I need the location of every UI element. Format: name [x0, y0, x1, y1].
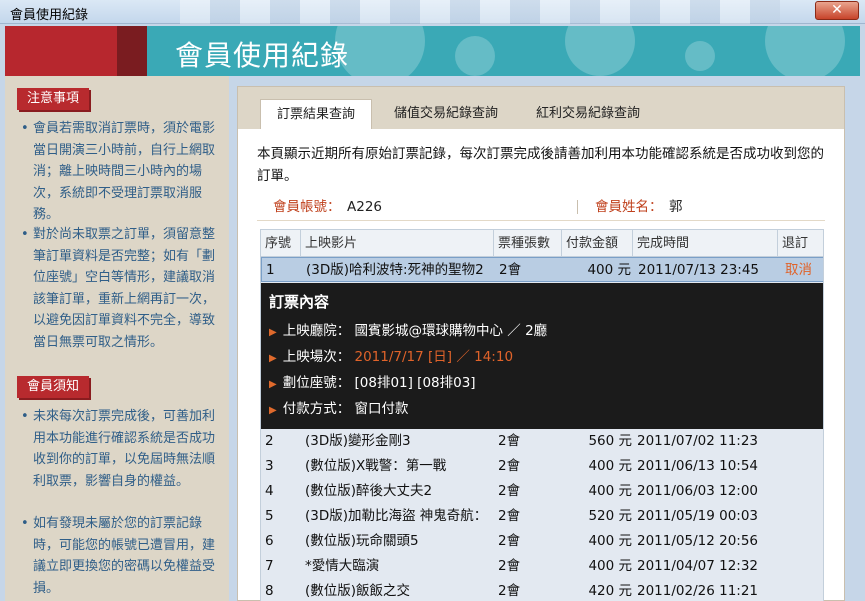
col-header-no: 序號 — [261, 230, 301, 257]
row-tickets: 2會 — [498, 483, 521, 499]
detail-payment: ▶ 付款方式： 窗口付款 — [269, 401, 409, 417]
row-no: 2 — [265, 433, 274, 449]
row-time: 2011/04/07 12:32 — [637, 558, 759, 574]
row-film: (3D版)加勒比海盜 神鬼奇航： — [305, 508, 488, 524]
detail-showtime: ▶ 上映場次： 2011/7/17 [日] ／ 14:10 — [269, 349, 514, 365]
row-film: (數位版)飯飯之交 — [305, 583, 411, 599]
row-no: 4 — [265, 483, 274, 499]
sidebar: 注意事項 • 會員若需取消訂票時，須於電影當日開演三小時前，自行上網取消；離上映時… — [5, 76, 229, 601]
window-title: 會員使用紀錄 — [10, 8, 89, 23]
row-film: (3D版)變形金剛3 — [305, 433, 411, 449]
row-no: 5 — [265, 508, 274, 524]
notice-item: • 對於尚未取票之訂單，須留意整筆訂單資料是否完整；如有「劃位座號」空白等情形，建… — [21, 227, 216, 350]
page-banner: 會員使用紀錄 — [5, 26, 860, 76]
window-titlebar: 會員使用紀錄 ✕ — [0, 0, 865, 24]
notice-item: • 會員若需取消訂票時，須於電影當日開演三小時前，自行上網取消；離上映時間三小時內… — [21, 121, 216, 222]
titlebar-background — [180, 0, 780, 24]
row-film: (數位版)X戰警：第一戰 — [305, 458, 447, 474]
row-tickets: 2會 — [498, 458, 521, 474]
row-no: 7 — [265, 558, 274, 574]
col-header-cancel: 退訂 — [778, 230, 823, 257]
tab-stored-value[interactable]: 儲值交易紀錄查詢 — [380, 99, 512, 129]
row-tickets: 2會 — [498, 558, 521, 574]
detail-seats: ▶ 劃位座號： [08排01] [08排03] — [269, 375, 476, 391]
tab-bonus[interactable]: 紅利交易紀錄查詢 — [522, 99, 654, 129]
close-window-button[interactable]: ✕ — [815, 1, 859, 20]
table-row[interactable]: 3 (數位版)X戰警：第一戰 2會 400 元 2011/06/13 10:54 — [261, 454, 823, 479]
tab-bar: 訂票結果查詢 儲值交易紀錄查詢 紅利交易紀錄查詢 — [238, 87, 844, 129]
notice-heading: 注意事項 — [17, 88, 90, 110]
col-header-time: 完成時間 — [633, 230, 778, 257]
banner-bubble — [685, 41, 715, 71]
table-row[interactable]: 6 (數位版)玩命關頭5 2會 400 元 2011/05/12 20:56 — [261, 529, 823, 554]
row-tickets: 2會 — [498, 533, 521, 549]
table-row[interactable]: 5 (3D版)加勒比海盜 神鬼奇航： 2會 520 元 2011/05/19 00:03 — [261, 504, 823, 529]
account-label: 會員帳號： — [273, 199, 341, 215]
banner-red-block — [5, 26, 117, 76]
row-amount: 400 元 — [588, 558, 632, 574]
rules-item: • 如有發現未屬於您的訂票記錄時，可能您的帳號已遭冒用，建議立即更換您的密碼以免權… — [21, 516, 216, 596]
row-tickets: 2會 — [498, 583, 521, 599]
name-value: 郭 — [669, 199, 683, 215]
row-tickets: 2會 — [498, 433, 521, 449]
rules-heading: 會員須知 — [17, 376, 90, 398]
intro-text: 本頁顯示近期所有原始訂票記錄，每次訂票完成後請善加利用本功能確認系統是否成功收到… — [257, 146, 824, 184]
row-time: 2011/05/12 20:56 — [637, 533, 759, 549]
row-tickets: 2會 — [498, 508, 521, 524]
banner-bubble — [565, 26, 635, 76]
row-time: 2011/02/26 11:21 — [637, 583, 759, 599]
banner-bubble — [455, 36, 495, 76]
row-film: (數位版)玩命關頭5 — [305, 533, 419, 549]
row-amount: 520 元 — [588, 508, 632, 524]
arrow-icon: ▶ — [269, 379, 277, 390]
member-info: 會員帳號： A226 會員姓名： 郭 — [257, 193, 825, 221]
cancel-link[interactable]: 取消 — [785, 258, 812, 283]
tab-booking-results[interactable]: 訂票結果查詢 — [260, 99, 372, 129]
member-separator — [577, 200, 578, 214]
col-header-amount: 付款金額 — [562, 230, 633, 257]
table-row[interactable]: 7 *愛情大臨演 2會 400 元 2011/04/07 12:32 — [261, 554, 823, 579]
row-time: 2011/07/13 23:45 — [638, 262, 760, 278]
close-icon: ✕ — [831, 2, 843, 18]
row-no: 3 — [265, 458, 274, 474]
row-film: *愛情大臨演 — [305, 558, 380, 574]
row-time: 2011/06/13 10:54 — [637, 458, 759, 474]
table-row[interactable]: 4 (數位版)醉後大丈夫2 2會 400 元 2011/06/03 12:00 — [261, 479, 823, 504]
account-value: A226 — [347, 199, 383, 215]
row-time: 2011/06/03 12:00 — [637, 483, 759, 499]
rules-item: • 未來每次訂票完成後，可善加利用本功能進行確認系統是否成功收到你的訂單，以免屆時… — [21, 409, 216, 489]
banner-dark-block — [117, 26, 147, 76]
row-film: (3D版)哈利波特:死神的聖物2 — [306, 262, 484, 278]
page-title: 會員使用紀錄 — [175, 39, 350, 72]
table-row[interactable]: 2 (3D版)變形金剛3 2會 560 元 2011/07/02 11:23 — [261, 429, 823, 454]
col-header-film: 上映影片 — [301, 230, 494, 257]
row-amount: 400 元 — [588, 458, 632, 474]
row-no: 1 — [266, 262, 275, 278]
table-row[interactable]: 1 (3D版)哈利波特:死神的聖物2 2會 400 元 2011/07/13 2… — [261, 257, 823, 283]
row-no: 8 — [265, 583, 274, 599]
detail-cinema: ▶ 上映廳院： 國賓影城@環球購物中心 ／ 2廳 — [269, 323, 548, 339]
row-time: 2011/05/19 00:03 — [637, 508, 759, 524]
row-film: (數位版)醉後大丈夫2 — [305, 483, 433, 499]
main-panel: 訂票結果查詢 儲值交易紀錄查詢 紅利交易紀錄查詢 本頁顯示近期所有原始訂票記錄，… — [237, 86, 845, 601]
row-amount: 400 元 — [588, 533, 632, 549]
arrow-icon: ▶ — [269, 327, 277, 338]
row-tickets: 2會 — [499, 262, 522, 278]
table-row[interactable]: 8 (數位版)飯飯之交 2會 420 元 2011/02/26 11:21 — [261, 579, 823, 601]
banner-bubble — [765, 26, 845, 76]
name-label: 會員姓名： — [595, 199, 663, 215]
row-time: 2011/07/02 11:23 — [637, 433, 759, 449]
arrow-icon: ▶ — [269, 405, 277, 416]
col-header-tickets: 票種張數 — [494, 230, 562, 257]
row-amount: 400 元 — [588, 483, 632, 499]
row-amount: 400 元 — [587, 262, 631, 278]
arrow-icon: ▶ — [269, 353, 277, 364]
row-amount: 560 元 — [588, 433, 632, 449]
row-no: 6 — [265, 533, 274, 549]
row-amount: 420 元 — [588, 583, 632, 599]
booking-table: 序號 上映影片 票種張數 付款金額 完成時間 退訂 1 (3D版)哈利波特:死神… — [260, 229, 824, 601]
detail-heading: 訂票內容 — [269, 293, 330, 311]
booking-detail: 訂票內容 ▶ 上映廳院： 國賓影城@環球購物中心 ／ 2廳 ▶ 上映場次： 2011… — [261, 283, 823, 429]
